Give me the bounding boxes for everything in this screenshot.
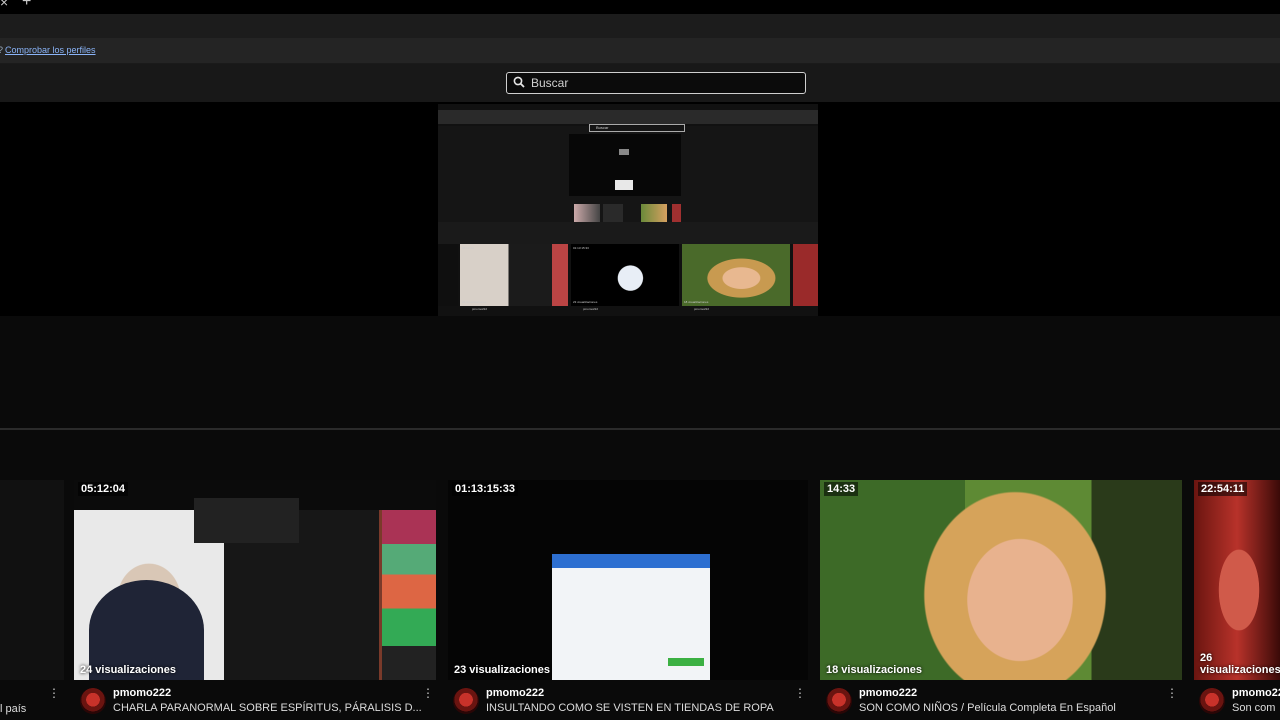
new-tab-icon[interactable]: + — [22, 0, 31, 11]
video-thumbnail — [820, 480, 1182, 680]
video-views: 23 visualizaciones — [454, 664, 550, 676]
search-icon — [513, 76, 525, 88]
video-duration: 22:54:11 — [1198, 482, 1248, 496]
video-duration: 14:33 — [824, 482, 859, 496]
video-title[interactable]: CHARLA PARANORMAL SOBRE ESPÍRITUS, PÁRAL… — [113, 702, 422, 714]
preview-search-box: Buscar — [589, 124, 685, 132]
preview-toolbar — [438, 110, 818, 124]
video-views: 18 visualizaciones — [826, 664, 922, 676]
video-duration: 05:12:04 — [78, 482, 129, 496]
channel-name[interactable]: pmomo222 — [486, 687, 544, 699]
channel-name[interactable]: pmomo222 — [859, 687, 917, 699]
video-thumbnail — [74, 480, 436, 680]
channel-avatar[interactable] — [453, 688, 479, 714]
preview-nested-thumb — [615, 180, 633, 190]
channel-name[interactable]: pmomo222 — [1232, 687, 1280, 699]
preview-band — [438, 222, 818, 244]
toolbar — [0, 14, 1280, 39]
video-title[interactable]: INSULTANDO COMO SE VISTEN EN TIENDAS DE … — [486, 702, 774, 714]
tab-strip — [0, 0, 1280, 14]
video-thumbnail — [1194, 480, 1280, 680]
preview-views: 18 visualizaciones — [684, 300, 709, 304]
video-title-partial[interactable]: l país — [0, 703, 26, 715]
preview-channel: pmomo222 — [583, 307, 599, 311]
video-title[interactable]: SON COMO NIÑOS / Película Completa En Es… — [859, 702, 1116, 714]
info-bar — [0, 38, 1280, 64]
video-thumbnail-partial[interactable] — [0, 480, 64, 680]
video-card[interactable]: 01:13:15:33 23 visualizaciones — [448, 480, 808, 680]
help-icon: ? — [0, 45, 3, 55]
video-card[interactable]: 22:54:11 26 visualizaciones — [1194, 480, 1280, 680]
channel-avatar[interactable] — [80, 688, 106, 714]
video-title[interactable]: Son com — [1232, 702, 1275, 714]
preview-thumb — [460, 244, 568, 306]
channel-avatar[interactable] — [1199, 688, 1225, 714]
preview-views: 24 visualizaciones — [462, 300, 487, 304]
video-views: 26 visualizaciones — [1200, 652, 1280, 676]
thumbnail-dialog-button — [668, 658, 704, 666]
preview-channel: pmomo222 — [694, 307, 710, 311]
preview-thumb — [438, 244, 458, 306]
featured-preview[interactable]: Buscar 05:12:04 01:13:15:33 24 visualiza… — [438, 104, 818, 316]
section-divider — [0, 428, 1280, 430]
thumbnail-strip — [382, 510, 436, 680]
video-views: 24 visualizaciones — [80, 664, 176, 676]
search-placeholder: Buscar — [531, 76, 569, 90]
channel-name[interactable]: pmomo222 — [113, 687, 171, 699]
preview-views: 23 visualizaciones — [573, 300, 598, 304]
preview-duration: 01:13:15:33 — [573, 246, 589, 250]
video-duration: 01:13:15:33 — [452, 482, 518, 496]
preview-nested-screen — [569, 134, 681, 226]
preview-channel: pmomo222 — [472, 307, 488, 311]
more-options-icon[interactable]: ⋮ — [1166, 686, 1178, 700]
more-options-icon[interactable]: ⋮ — [48, 686, 60, 700]
preview-thumb — [682, 244, 790, 306]
preview-thumb — [571, 244, 679, 306]
video-card[interactable]: 05:12:04 24 visualizaciones — [74, 480, 436, 680]
check-profiles-link[interactable]: Comprobar los perfiles — [5, 45, 96, 55]
preview-thumb — [793, 244, 818, 306]
video-card[interactable]: 14:33 18 visualizaciones — [820, 480, 1182, 680]
thumbnail-panel — [194, 498, 299, 543]
video-thumbnail — [448, 480, 808, 680]
preview-nested-box — [619, 149, 629, 155]
channel-avatar[interactable] — [826, 688, 852, 714]
thumbnail-dialog — [552, 554, 710, 680]
more-options-icon[interactable]: ⋮ — [422, 686, 434, 700]
more-options-icon[interactable]: ⋮ — [794, 686, 806, 700]
close-tab-icon[interactable]: × — [0, 0, 8, 10]
preview-duration: 05:12:04 — [462, 246, 474, 250]
